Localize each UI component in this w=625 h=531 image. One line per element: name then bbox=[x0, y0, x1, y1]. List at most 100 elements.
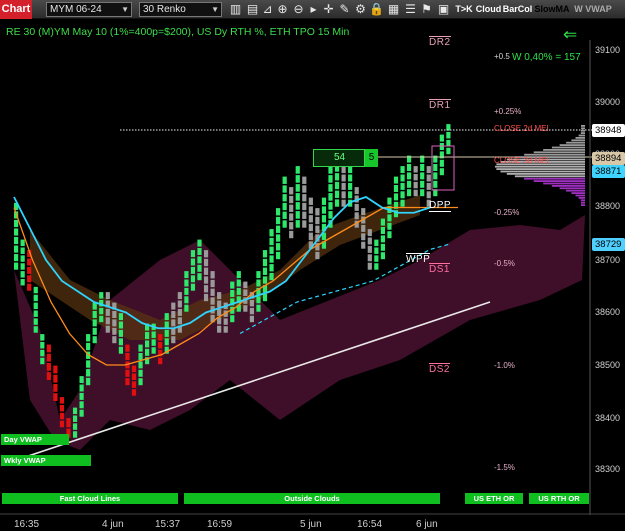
bar-type-value: 30 Renko bbox=[143, 4, 186, 15]
renko-brick bbox=[315, 225, 320, 233]
draw-tool-icon[interactable]: ✎ bbox=[337, 2, 352, 17]
tick-counter-box: 54 bbox=[313, 149, 365, 167]
x-tick: 5 jun bbox=[300, 519, 322, 530]
y-tick: 39000 bbox=[595, 97, 621, 107]
bar-chart-icon[interactable]: ▥ bbox=[228, 2, 243, 17]
profile-bar bbox=[533, 180, 585, 182]
renko-brick bbox=[118, 313, 123, 321]
renko-brick bbox=[92, 319, 97, 327]
renko-brick bbox=[86, 342, 91, 351]
zoom-in-icon[interactable]: ⊕ bbox=[275, 2, 290, 17]
renko-brick bbox=[439, 134, 444, 142]
wvwap-button[interactable]: W VWAP bbox=[573, 2, 613, 17]
chart-toolbar: Chart MYM 06-24 ▼ 30 Renko ▼ ▥ ▤ ⊿ ⊕ ⊖ ▸… bbox=[0, 0, 625, 19]
renko-brick bbox=[308, 197, 313, 205]
us-eth-or-bar[interactable]: US ETH OR bbox=[465, 493, 523, 504]
profile-bar bbox=[581, 127, 585, 130]
day-vwap-button[interactable]: Day VWAP bbox=[1, 434, 69, 445]
indicators-icon[interactable]: ⊿ bbox=[260, 2, 275, 17]
outside-clouds-bar[interactable]: Outside Clouds bbox=[184, 493, 440, 504]
price-chart[interactable] bbox=[0, 20, 625, 531]
renko-brick bbox=[328, 184, 333, 192]
crosshair-icon[interactable]: ✛ bbox=[321, 2, 336, 17]
barcol-button[interactable]: BarCol bbox=[502, 2, 533, 17]
renko-brick bbox=[400, 191, 405, 199]
renko-brick bbox=[177, 308, 182, 316]
us-rth-or-bar[interactable]: US RTH OR bbox=[529, 493, 589, 504]
tk-button[interactable]: T>K bbox=[453, 2, 475, 17]
renko-brick bbox=[289, 195, 294, 204]
renko-brick bbox=[151, 339, 156, 346]
tick-count-badge: 5 bbox=[365, 149, 378, 167]
renko-brick bbox=[171, 319, 176, 327]
renko-brick bbox=[53, 383, 58, 392]
renko-brick bbox=[249, 307, 254, 315]
profile-bar bbox=[566, 189, 585, 192]
scroll-icon[interactable]: ▸ bbox=[306, 2, 321, 17]
template-icon[interactable]: ▣ bbox=[436, 2, 451, 17]
renko-brick bbox=[145, 348, 150, 356]
renko-brick bbox=[177, 300, 182, 308]
renko-brick bbox=[86, 360, 91, 368]
price-badge-wvwap: 38729 bbox=[592, 238, 625, 251]
renko-brick bbox=[341, 199, 346, 207]
renko-brick bbox=[131, 373, 137, 380]
level-dr2: DR2 bbox=[429, 36, 451, 48]
profile-bar bbox=[506, 173, 585, 175]
alert-icon[interactable]: ⚑ bbox=[419, 2, 434, 17]
chart-tab[interactable]: Chart bbox=[0, 0, 32, 19]
cloud-button[interactable]: Cloud bbox=[475, 2, 502, 17]
renko-brick bbox=[315, 208, 320, 216]
pct-minus-15: -1.5% bbox=[494, 463, 515, 472]
renko-brick bbox=[249, 315, 254, 323]
renko-brick bbox=[145, 340, 150, 348]
renko-brick bbox=[53, 365, 58, 374]
barcol-label: BarCol bbox=[502, 4, 533, 14]
renko-brick bbox=[289, 222, 294, 230]
arrow-left-icon[interactable]: ⇐ bbox=[563, 26, 577, 43]
renko-brick bbox=[354, 187, 359, 195]
data-box-icon[interactable]: ▤ bbox=[245, 2, 260, 17]
renko-brick bbox=[112, 311, 117, 318]
renko-brick bbox=[328, 166, 333, 174]
renko-brick bbox=[158, 357, 163, 365]
profile-bar bbox=[581, 129, 585, 132]
y-tick: 38600 bbox=[595, 307, 621, 317]
renko-brick bbox=[92, 311, 97, 318]
renko-brick bbox=[210, 271, 215, 279]
renko-brick bbox=[289, 204, 294, 212]
strategy-icon[interactable]: ⚙ bbox=[353, 2, 368, 17]
renko-brick bbox=[321, 197, 327, 205]
lock-icon[interactable]: 🔒 bbox=[369, 2, 384, 17]
renko-brick bbox=[282, 202, 287, 211]
renko-brick bbox=[236, 279, 241, 287]
renko-brick bbox=[407, 180, 412, 188]
renko-brick bbox=[184, 304, 189, 312]
renko-brick bbox=[302, 220, 307, 228]
slowma-button[interactable]: SlowMA bbox=[533, 2, 571, 17]
renko-brick bbox=[86, 369, 91, 377]
renko-brick bbox=[446, 147, 451, 155]
y-tick: 38500 bbox=[595, 360, 621, 370]
renko-brick bbox=[72, 431, 78, 438]
renko-brick bbox=[105, 317, 110, 325]
tk-label: T>K bbox=[455, 4, 473, 14]
renko-brick bbox=[125, 369, 130, 377]
renko-brick bbox=[197, 239, 202, 247]
renko-brick bbox=[59, 404, 65, 412]
renko-brick bbox=[262, 293, 268, 302]
renko-brick bbox=[269, 272, 274, 281]
zoom-out-icon[interactable]: ⊖ bbox=[291, 2, 306, 17]
chevron-down-icon: ▼ bbox=[121, 5, 129, 14]
weekly-vwap-button[interactable]: Wkly VWAP bbox=[1, 455, 91, 466]
properties-icon[interactable]: ☰ bbox=[403, 2, 418, 17]
fast-cloud-lines-bar[interactable]: Fast Cloud Lines bbox=[2, 493, 178, 504]
renko-brick bbox=[118, 346, 123, 354]
grid-icon[interactable]: ▦ bbox=[386, 2, 401, 17]
profile-bar bbox=[495, 165, 585, 168]
profile-bar bbox=[581, 201, 585, 204]
renko-brick bbox=[184, 296, 189, 304]
bar-type-select[interactable]: 30 Renko ▼ bbox=[139, 2, 222, 17]
instrument-select[interactable]: MYM 06-24 ▼ bbox=[46, 2, 132, 17]
renko-brick bbox=[393, 193, 399, 201]
